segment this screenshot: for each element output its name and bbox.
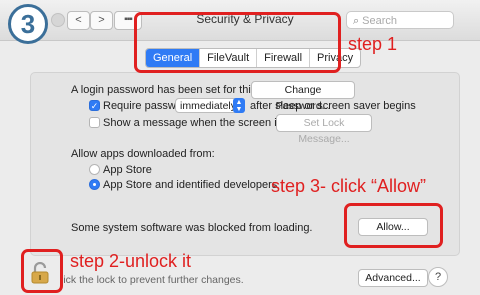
step2-highlight-box <box>21 249 63 293</box>
select-stepper-icon: ▲ ▼ <box>233 98 245 113</box>
help-button[interactable]: ? <box>428 267 448 287</box>
login-password-text: A login password has been set for this u… <box>71 84 281 96</box>
set-lock-message-button[interactable]: Set Lock Message... <box>276 114 372 145</box>
step3-highlight-box <box>344 203 443 248</box>
step2-annotation: step 2-unlock it <box>70 251 192 271</box>
allow-apps-label: Allow apps downloaded from: <box>71 148 215 160</box>
step1-annotation: step 1 <box>348 34 398 54</box>
require-after-text: after sleep or screen saver begins <box>250 100 416 112</box>
radio-app-store[interactable] <box>89 164 100 175</box>
step1-highlight-box <box>134 12 341 73</box>
search-icon: ⌕ <box>353 15 360 27</box>
radio-identified-developers[interactable] <box>89 179 100 190</box>
forward-button[interactable]: > <box>90 11 113 30</box>
show-message-checkbox[interactable] <box>89 117 100 128</box>
require-password-value: immediately <box>180 100 237 112</box>
radio-app-store-label: App Store <box>103 164 152 176</box>
advanced-button[interactable]: Advanced... <box>358 269 428 287</box>
radio-identified-label: App Store and identified developers <box>103 179 278 191</box>
lock-instruction-text: lick the lock to prevent further changes… <box>61 274 244 286</box>
step-number-badge: 3 <box>8 4 48 44</box>
search-placeholder: Search <box>362 15 398 27</box>
search-field[interactable]: ⌕ Search <box>346 11 454 29</box>
blocked-software-text: Some system software was blocked from lo… <box>71 222 313 234</box>
close-window-button[interactable] <box>51 13 65 27</box>
step3-annotation: step 3- click “Allow” <box>271 176 427 196</box>
preferences-window: 3 < > ▪▪▪ Security & Privacy ⌕ Search Gen… <box>0 0 480 295</box>
back-button[interactable]: < <box>67 11 90 30</box>
require-password-select[interactable]: immediately ▲ ▼ <box>175 98 245 113</box>
require-password-checkbox[interactable]: ✓ <box>89 100 100 111</box>
change-password-button[interactable]: Change Password... <box>251 81 355 112</box>
